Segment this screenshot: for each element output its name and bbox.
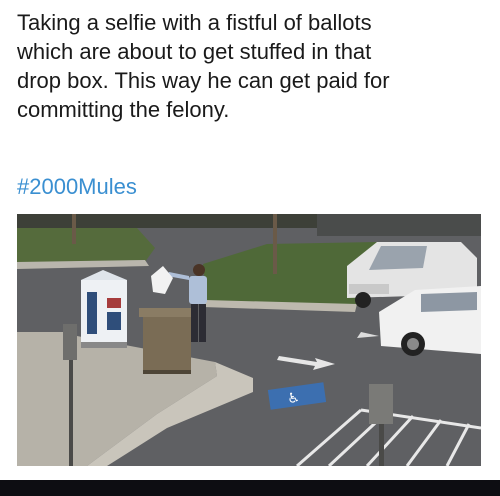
surveillance-photo: ♿ (17, 214, 481, 466)
bottom-bar (0, 480, 500, 496)
svg-text:♿: ♿ (286, 390, 301, 408)
hashtag-link[interactable]: #2000Mules (17, 172, 137, 201)
tweet-text-line-3: drop box. This way he can get paid for (17, 68, 390, 93)
tweet-text: Taking a selfie with a fistful of ballot… (17, 8, 487, 124)
tweet-text-line-1: Taking a selfie with a fistful of ballot… (17, 10, 372, 35)
tweet-photo[interactable]: ♿ (17, 214, 481, 466)
tweet-text-line-2: which are about to get stuffed in that (17, 39, 372, 64)
tweet-text-line-4: committing the felony. (17, 97, 230, 122)
